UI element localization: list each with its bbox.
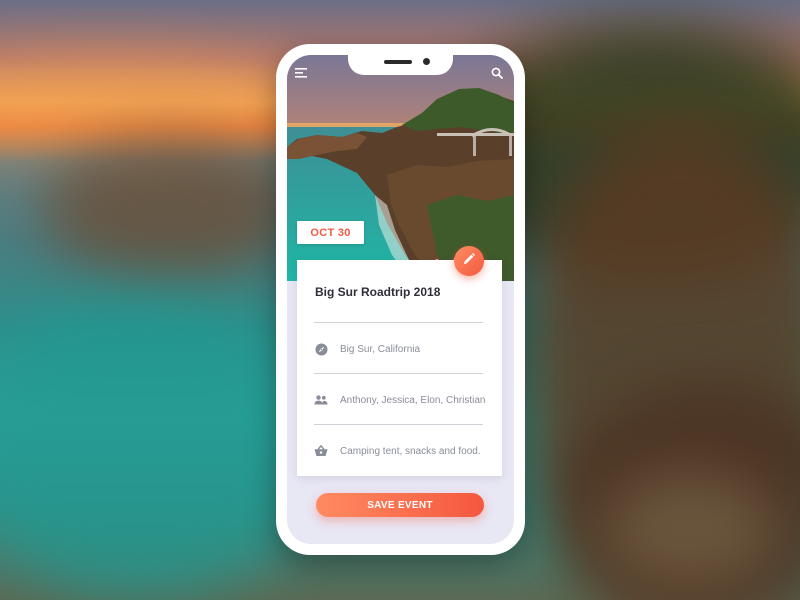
hamburger-menu-icon[interactable] (291, 63, 311, 83)
divider (314, 424, 483, 425)
edit-button[interactable] (454, 246, 484, 276)
compass-icon (314, 342, 328, 356)
divider (314, 373, 483, 374)
location-text: Big Sur, California (340, 343, 421, 355)
people-row[interactable]: Anthony, Jessica, Elon, Christian (314, 390, 494, 410)
location-row[interactable]: Big Sur, California (314, 339, 494, 359)
event-date-badge: OCT 30 (297, 221, 364, 244)
phone-screen: OCT 30 Big Sur Roadtrip 2018 Big Sur, Ca… (287, 55, 514, 544)
search-icon[interactable] (487, 63, 507, 83)
event-title[interactable]: Big Sur Roadtrip 2018 (315, 285, 440, 299)
people-text: Anthony, Jessica, Elon, Christian (340, 394, 486, 406)
divider (314, 322, 483, 323)
items-row[interactable]: Camping tent, snacks and food. (314, 441, 494, 461)
hero-image (287, 55, 514, 281)
event-details-card: Big Sur Roadtrip 2018 Big Sur, Californi… (297, 260, 502, 476)
items-text: Camping tent, snacks and food. (340, 445, 481, 457)
pencil-icon (463, 252, 475, 270)
save-event-button[interactable]: SAVE EVENT (316, 493, 484, 517)
phone-frame: OCT 30 Big Sur Roadtrip 2018 Big Sur, Ca… (276, 44, 525, 555)
front-camera (423, 58, 430, 65)
phone-notch (348, 55, 453, 75)
people-group-icon (314, 393, 328, 407)
speaker (384, 60, 412, 64)
basket-icon (314, 444, 328, 458)
